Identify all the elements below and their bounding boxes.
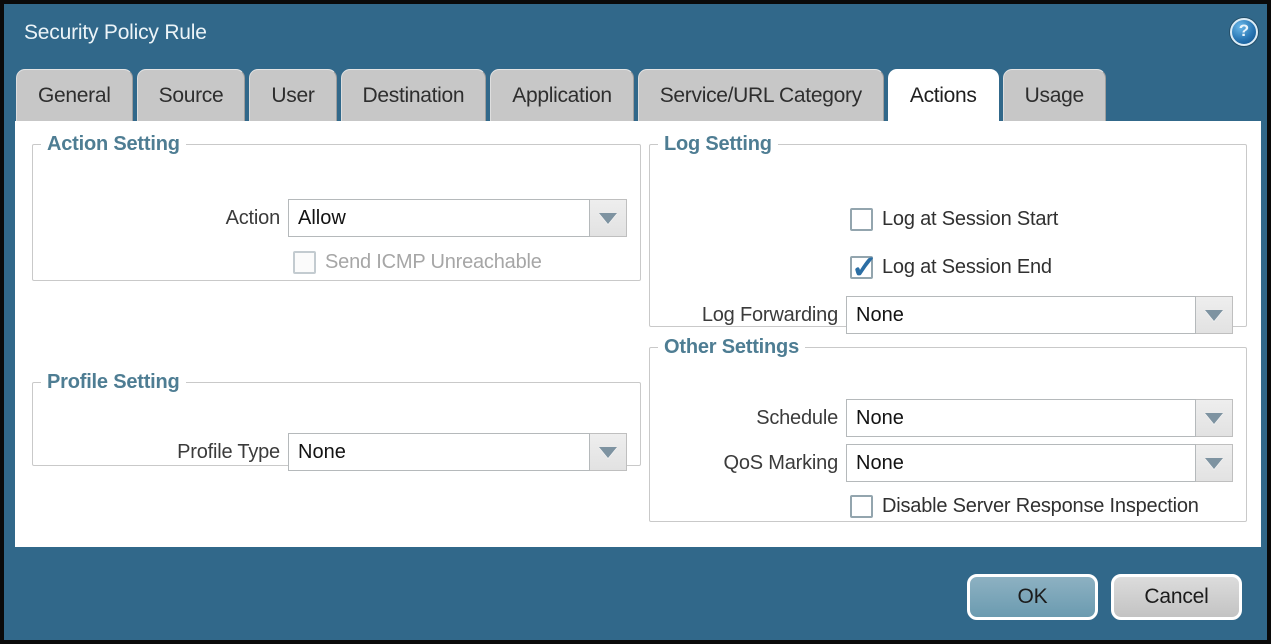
log-at-session-start-checkbox[interactable] (850, 208, 873, 231)
action-select-value: Allow (288, 199, 590, 237)
schedule-select[interactable]: None (846, 399, 1233, 437)
chevron-down-icon[interactable] (590, 433, 627, 471)
tab-source[interactable]: Source (137, 69, 246, 121)
disable-server-response-inspection-label: Disable Server Response Inspection (882, 495, 1199, 518)
title-bar: Security Policy Rule (4, 4, 1267, 65)
dropdown-arrow-icon (599, 447, 617, 458)
other-settings-legend: Other Settings (658, 336, 805, 358)
tab-application[interactable]: Application (490, 69, 633, 121)
tab-service-url-category[interactable]: Service/URL Category (638, 69, 884, 121)
profile-type-label: Profile Type (33, 433, 280, 471)
schedule-select-value: None (846, 399, 1196, 437)
tab-usage[interactable]: Usage (1003, 69, 1106, 121)
schedule-label: Schedule (650, 399, 838, 437)
action-setting-group: Action Setting Action Allow Send ICMP Un… (32, 133, 641, 281)
chevron-down-icon[interactable] (590, 199, 627, 237)
profile-type-select[interactable]: None (288, 433, 627, 471)
qos-marking-select-value: None (846, 444, 1196, 482)
action-setting-legend: Action Setting (41, 133, 186, 155)
chevron-down-icon[interactable] (1196, 444, 1233, 482)
profile-setting-group: Profile Setting Profile Type None (32, 371, 641, 466)
action-select[interactable]: Allow (288, 199, 627, 237)
dropdown-arrow-icon (1205, 310, 1223, 321)
security-policy-rule-dialog: Security Policy Rule General Source User… (0, 0, 1271, 644)
log-forwarding-select-value: None (846, 296, 1196, 334)
dropdown-arrow-icon (1205, 458, 1223, 469)
send-icmp-unreachable-checkbox[interactable] (293, 251, 316, 274)
dialog-title: Security Policy Rule (24, 21, 207, 45)
cancel-button[interactable]: Cancel (1111, 574, 1242, 620)
log-at-session-start-label: Log at Session Start (882, 208, 1058, 231)
profile-setting-legend: Profile Setting (41, 371, 186, 393)
disable-server-response-inspection-checkbox[interactable] (850, 495, 873, 518)
other-settings-group: Other Settings Schedule None QoS Marking… (649, 336, 1247, 522)
profile-type-select-value: None (288, 433, 590, 471)
help-icon[interactable] (1230, 18, 1258, 46)
log-at-session-end-label: Log at Session End (882, 256, 1052, 279)
dropdown-arrow-icon (599, 213, 617, 224)
log-forwarding-label: Log Forwarding (650, 296, 838, 334)
log-forwarding-select[interactable]: None (846, 296, 1233, 334)
log-setting-group: Log Setting Log at Session Start Log at … (649, 133, 1247, 327)
qos-marking-label: QoS Marking (650, 444, 838, 482)
qos-marking-select[interactable]: None (846, 444, 1233, 482)
send-icmp-unreachable-label: Send ICMP Unreachable (325, 251, 542, 274)
log-at-session-end-checkbox[interactable] (850, 256, 873, 279)
tab-bar: General Source User Destination Applicat… (16, 69, 1106, 121)
dropdown-arrow-icon (1205, 413, 1223, 424)
tab-destination[interactable]: Destination (341, 69, 487, 121)
chevron-down-icon[interactable] (1196, 399, 1233, 437)
tab-general[interactable]: General (16, 69, 133, 121)
chevron-down-icon[interactable] (1196, 296, 1233, 334)
actions-tab-panel: Action Setting Action Allow Send ICMP Un… (15, 121, 1261, 547)
tab-actions[interactable]: Actions (888, 69, 999, 121)
log-setting-legend: Log Setting (658, 133, 778, 155)
action-label: Action (33, 199, 280, 237)
ok-button[interactable]: OK (967, 574, 1098, 620)
tab-user[interactable]: User (249, 69, 336, 121)
